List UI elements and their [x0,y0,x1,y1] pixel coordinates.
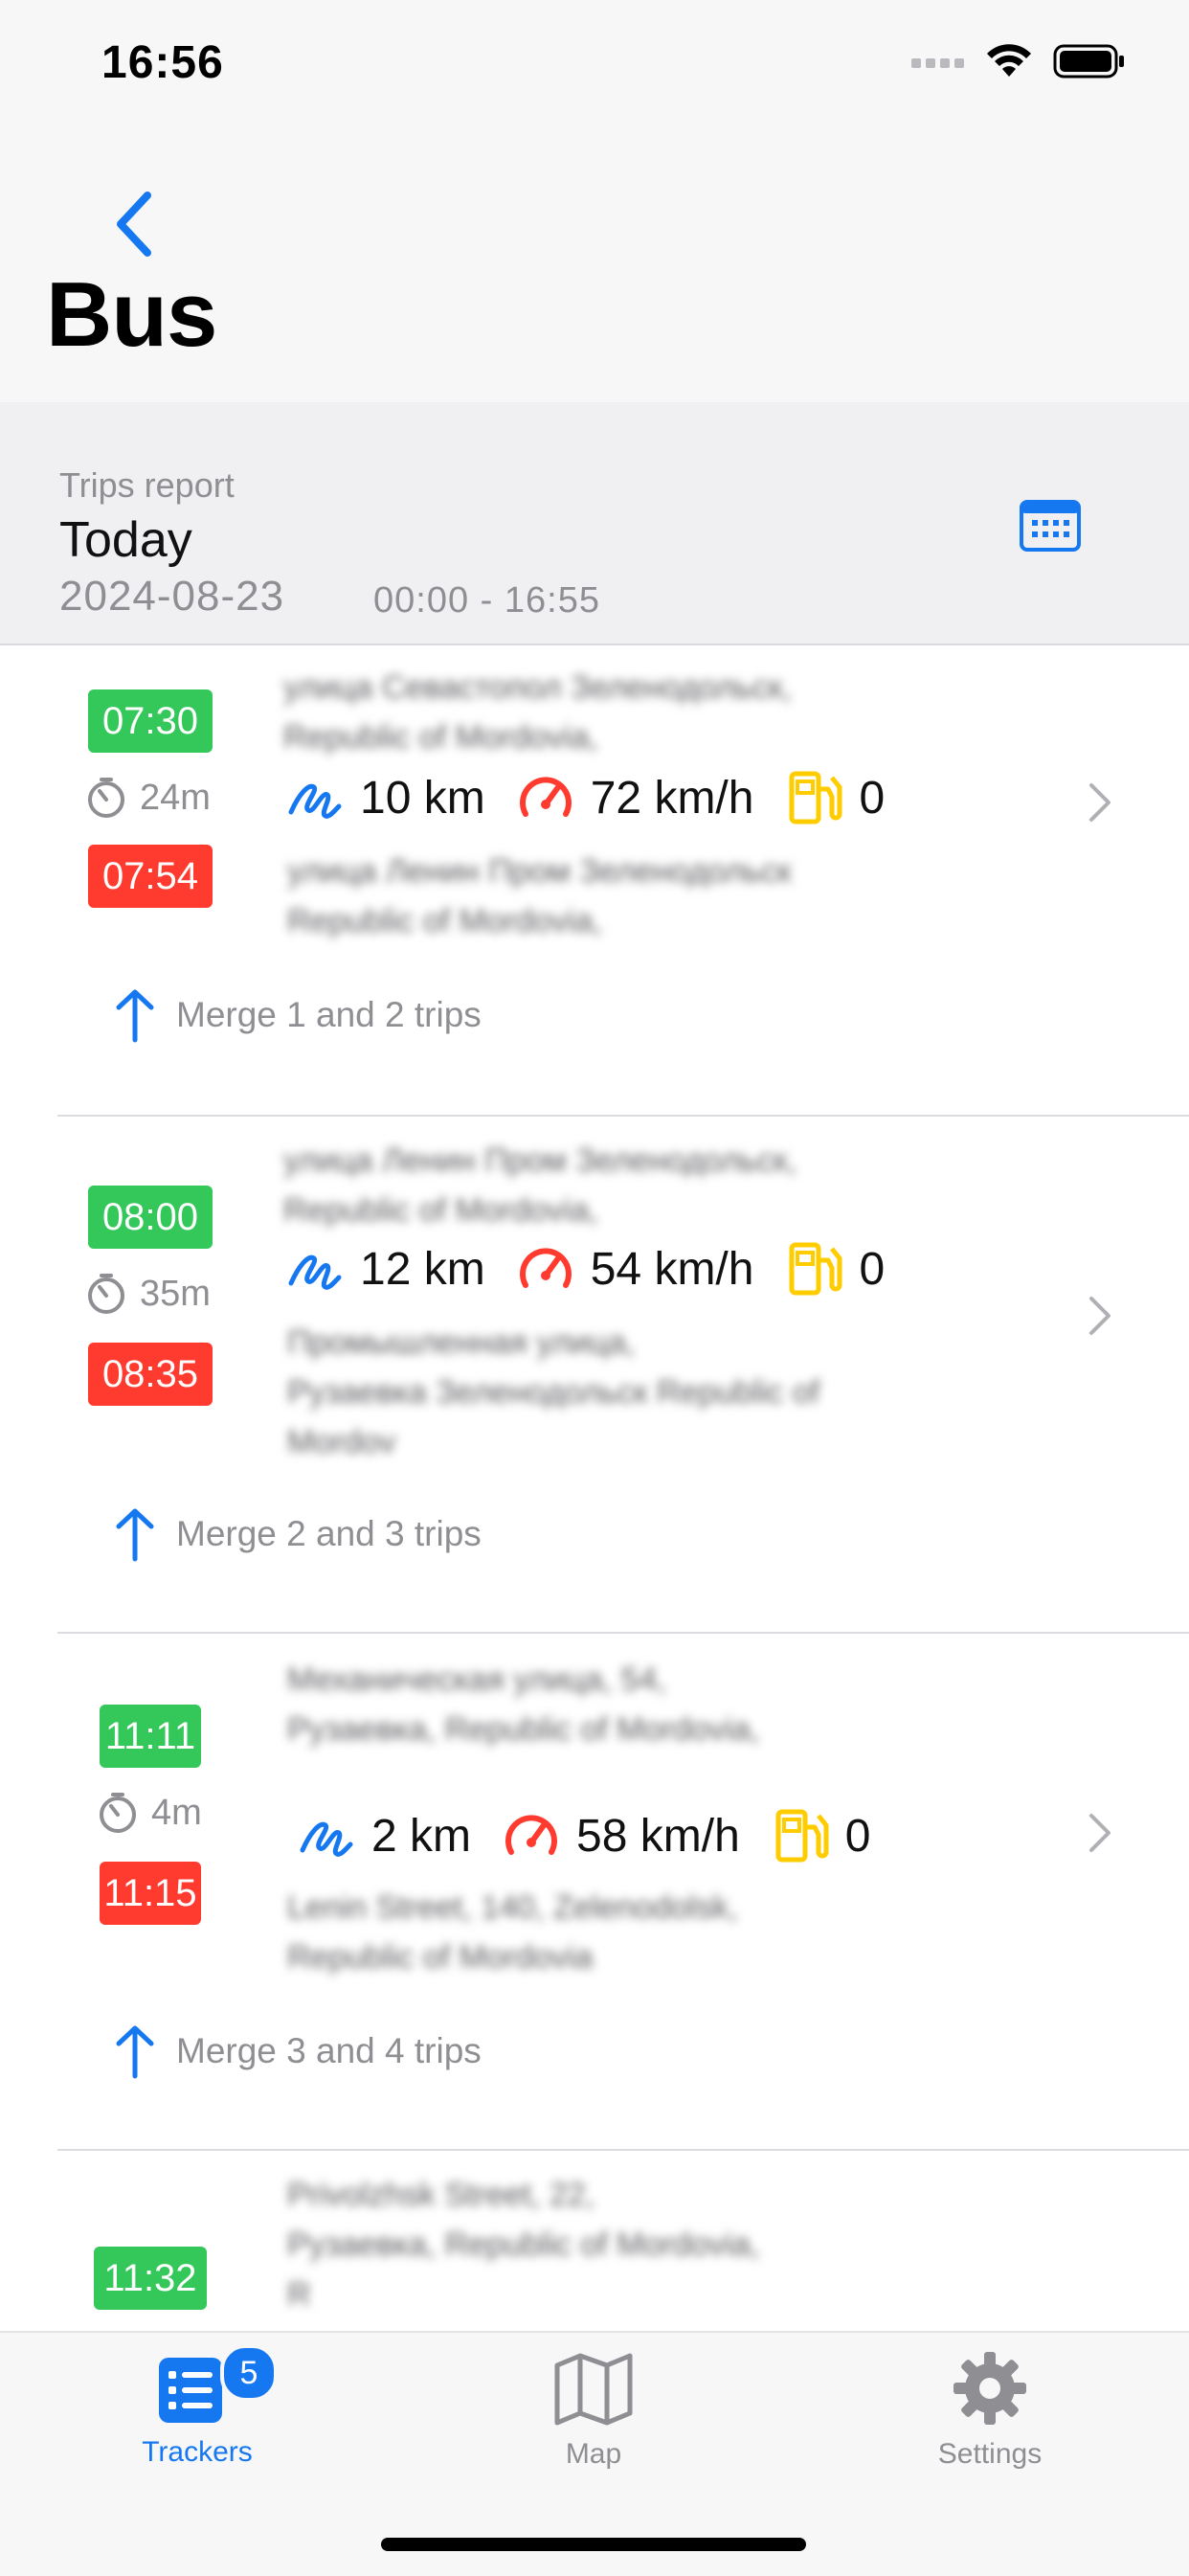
trips-report-header: Trips report Today 2024-08-23 00:00 - 16… [0,402,1189,645]
signal-icon [911,58,964,68]
tab-settings[interactable]: Settings [875,2350,1105,2471]
trip-from-address: улица Севастопол Зеленодольск, Republic o… [283,669,792,756]
tab-label: Trackers [142,2436,253,2468]
trip-end-time: 08:35 [88,1343,213,1406]
trip-duration-label: 35m [140,1273,211,1314]
distance-icon [300,1821,353,1857]
arrow-up-icon [116,989,154,1043]
fuel-icon [775,1809,829,1863]
trip-end-time: 07:54 [88,845,213,908]
timer-icon [88,778,124,818]
trip-row[interactable]: 07:30 24m 07:54 улица Севастопол Зеленод… [0,644,1189,1117]
trip-to-address: улица Ленин Пром Зеленодольск Republic of… [287,853,792,939]
page-title: Bus [46,263,217,366]
timer-icon [100,1793,136,1833]
report-hours: 00:00 - 16:55 [373,580,600,621]
trip-distance: 2 km [371,1810,472,1862]
trip-max-speed: 54 km/h [590,1243,754,1295]
back-chevron-icon[interactable] [105,186,163,262]
trip-end-time: 11:15 [100,1862,201,1925]
trip-distance: 10 km [360,772,485,824]
home-indicator [381,2538,806,2551]
merge-label: Merge 3 and 4 trips [176,2031,482,2070]
trip-start-time: 08:00 [88,1186,213,1249]
trip-max-speed: 72 km/h [590,772,754,824]
navigation-bar: Bus [0,134,1189,404]
speedometer-icon [519,777,572,817]
tab-label: Settings [937,2438,1043,2470]
battery-icon [1053,44,1124,79]
speedometer-icon [519,1248,572,1288]
chevron-right-icon[interactable] [1086,1812,1114,1854]
timer-icon [88,1274,124,1314]
calendar-icon[interactable] [1019,494,1082,554]
tab-badge: 5 [220,2344,278,2402]
trip-stats: 12 km 54 km/h 0 [285,1239,885,1299]
trip-duration-label: 24m [140,777,211,818]
distance-icon [288,1254,342,1290]
speedometer-icon [505,1815,558,1855]
status-time: 16:56 [101,37,224,88]
status-bar: 16:56 [0,0,1189,134]
arrow-up-icon [116,1508,154,1562]
report-label: Trips report [59,465,235,505]
trip-row[interactable]: 11:32 Privolzhsk Street, 22, Рузаевка, Re… [0,2151,1189,2331]
trip-from-address: улица Ленин Пром Зеленодольск, Republic o… [283,1142,797,1229]
trip-to-address: Lenin Street, 140, Zelenodolsk, Republic … [287,1889,738,1976]
wifi-icon [987,44,1031,77]
trip-row[interactable]: 11:11 4m 11:15 Механическая улица, 54, Ру… [0,1634,1189,2151]
gear-icon [953,2352,1026,2425]
trip-duration-label: 4m [151,1792,202,1833]
list-icon [159,2358,222,2423]
tab-label: Map [565,2438,622,2470]
trip-fuel: 0 [859,1243,886,1295]
trip-duration: 4m [96,1791,202,1835]
trip-stats: 2 km 58 km/h 0 [297,1806,870,1865]
chevron-right-icon[interactable] [1086,781,1114,824]
trip-start-time: 11:32 [94,2247,207,2310]
distance-icon [288,783,342,819]
merge-trips-button[interactable]: Merge 3 and 4 trips [111,2022,482,2080]
trip-stats: 10 km 72 km/h 0 [285,768,885,827]
trip-max-speed: 58 km/h [576,1810,740,1862]
trip-to-address: Промышленная улица, Рузаевка Зеленодольск… [287,1324,820,1460]
status-icons [911,44,1126,79]
merge-trips-button[interactable]: Merge 1 and 2 trips [111,986,482,1044]
tab-trackers[interactable]: 5 Trackers [82,2344,312,2469]
merge-trips-button[interactable]: Merge 2 and 3 trips [111,1505,482,1563]
trip-distance: 12 km [360,1243,485,1295]
arrow-up-icon [116,2025,154,2079]
trip-duration: 35m [84,1272,211,1316]
fuel-icon [789,771,842,825]
trip-from-address: Механическая улица, 54, Рузаевка, Republi… [287,1661,760,1748]
tab-map[interactable]: Map [479,2350,708,2471]
trip-duration: 24m [84,776,211,820]
trip-fuel: 0 [844,1810,871,1862]
report-period: Today [59,512,192,568]
trip-start-time: 11:11 [100,1705,201,1768]
trip-start-time: 07:30 [88,689,213,753]
fuel-icon [789,1242,842,1296]
merge-label: Merge 1 and 2 trips [176,995,482,1034]
trip-row[interactable]: 08:00 35m 08:35 улица Ленин Пром Зеленод… [0,1117,1189,1634]
map-icon [554,2353,633,2426]
merge-label: Merge 2 and 3 trips [176,1514,482,1553]
report-date: 2024-08-23 [59,573,285,620]
trip-from-address: Privolzhsk Street, 22, Рузаевка, Republic… [287,2177,760,2313]
chevron-right-icon[interactable] [1086,1295,1114,1337]
trip-fuel: 0 [859,772,886,824]
